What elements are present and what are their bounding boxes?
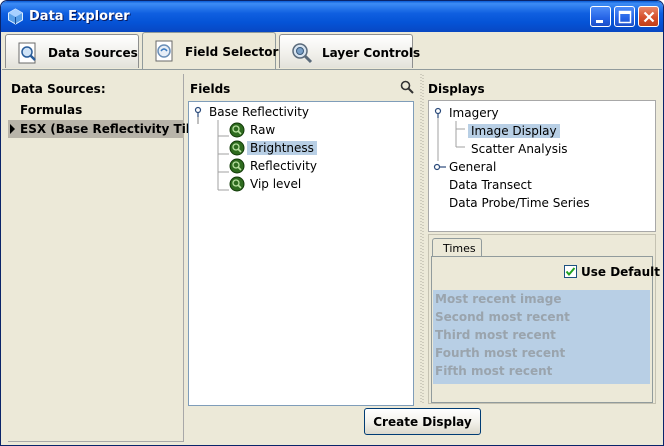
checkbox-box[interactable]: [564, 265, 577, 278]
tab-data-sources[interactable]: Data Sources: [5, 34, 139, 68]
tree-node-label: General: [449, 160, 497, 174]
tab-strip: Data Sources Field Selector Layer Contro…: [1, 32, 663, 70]
title-bar[interactable]: Data Explorer: [1, 1, 663, 32]
app-icon: [8, 8, 23, 25]
times-item: Third most recent: [435, 328, 556, 342]
close-icon: [643, 11, 655, 23]
main-window: Data Explorer Data Sources Field Selecto…: [0, 0, 664, 446]
display-node-imagery[interactable]: Imagery: [433, 104, 633, 122]
times-item: Most recent image: [435, 292, 562, 306]
tab-content: Data Sources: Formulas ESX (Base Reflect…: [2, 69, 662, 445]
minimize-icon: [596, 20, 603, 23]
data-source-label: Formulas: [20, 103, 83, 117]
displays-header: Displays: [428, 82, 485, 96]
search-icon[interactable]: [399, 79, 415, 95]
fields-panel: Fields Base Reflectivity Raw Brightness …: [188, 74, 418, 406]
times-panel: Times Use Default Most recent image Seco: [428, 234, 660, 404]
data-sources-header: Data Sources:: [11, 82, 106, 96]
display-node-general[interactable]: General: [433, 158, 633, 176]
checkmark-icon: [565, 267, 576, 277]
tab-label: Data Sources: [48, 46, 138, 60]
create-display-label: Create Display: [373, 415, 472, 429]
times-tab-label: Times: [443, 242, 476, 255]
tab-label: Field Selector: [185, 45, 279, 59]
field-item-reflectivity[interactable]: Reflectivity: [229, 157, 349, 175]
tab-field-selector[interactable]: Field Selector: [142, 32, 279, 69]
data-sources-icon: [18, 42, 36, 64]
field-item-brightness[interactable]: Brightness: [229, 139, 349, 157]
times-item: Second most recent: [435, 310, 570, 324]
data-sources-panel: Data Sources: Formulas ESX (Base Reflect…: [8, 74, 218, 442]
tree-node-base-reflectivity[interactable]: Base Reflectivity: [193, 103, 393, 121]
field-icon: [229, 140, 245, 156]
tab-times[interactable]: Times: [432, 238, 482, 257]
use-default-checkbox[interactable]: Use Default: [564, 264, 660, 280]
expand-arrow-icon[interactable]: [10, 124, 15, 134]
minimize-button[interactable]: [590, 6, 611, 27]
field-icon: [229, 122, 245, 138]
tree-node-label: Image Display: [468, 124, 560, 138]
times-item: Fourth most recent: [435, 346, 566, 360]
tree-node-label: Scatter Analysis: [471, 142, 568, 156]
field-icon: [229, 158, 245, 174]
fields-header: Fields: [190, 82, 231, 96]
display-item-scatter-analysis[interactable]: Scatter Analysis: [468, 140, 628, 158]
tree-node-label: Data Transect: [449, 178, 532, 192]
field-item-vip-level[interactable]: Vip level: [229, 175, 349, 193]
field-label: Brightness: [247, 141, 317, 155]
field-item-raw[interactable]: Raw: [229, 121, 349, 139]
displays-panel: Displays Imagery Image Display Scatter A…: [426, 74, 660, 404]
display-item-image-display[interactable]: Image Display: [468, 122, 628, 140]
display-item-data-probe[interactable]: Data Probe/Time Series: [433, 194, 643, 212]
display-item-data-transect[interactable]: Data Transect: [433, 176, 633, 194]
times-list[interactable]: Most recent image Second most recent Thi…: [433, 290, 650, 384]
field-icon: [229, 176, 245, 192]
maximize-button[interactable]: [614, 6, 635, 27]
close-button[interactable]: [638, 6, 659, 27]
data-source-item-esx[interactable]: ESX (Base Reflectivity Tilt 1).: [8, 120, 218, 138]
field-selector-icon: [155, 40, 173, 62]
tab-layer-controls[interactable]: Layer Controls: [279, 34, 420, 68]
tree-collapsed-icon[interactable]: [433, 161, 447, 173]
maximize-icon: [618, 10, 632, 24]
data-source-item-formulas[interactable]: Formulas: [8, 101, 184, 119]
tree-expand-icon[interactable]: [193, 106, 205, 118]
tree-node-label: Imagery: [449, 106, 499, 120]
times-body: Use Default Most recent image Second mos…: [431, 256, 660, 403]
use-default-label: Use Default: [581, 265, 661, 279]
field-label: Reflectivity: [250, 159, 318, 173]
splitter-handle[interactable]: [419, 74, 425, 404]
tree-node-label: Data Probe/Time Series: [449, 196, 590, 210]
displays-tree: Imagery Image Display Scatter Analysis G…: [428, 100, 656, 232]
times-item: Fifth most recent: [435, 364, 553, 378]
tab-label: Layer Controls: [322, 46, 421, 60]
window-title: Data Explorer: [29, 9, 130, 24]
create-display-button[interactable]: Create Display: [364, 408, 481, 435]
field-label: Vip level: [250, 177, 302, 191]
field-label: Raw: [250, 123, 276, 137]
layer-controls-icon: [292, 43, 313, 64]
fields-tree: Base Reflectivity Raw Brightness Reflect…: [188, 101, 414, 406]
tree-node-label: Base Reflectivity: [209, 105, 310, 119]
tree-expand-icon[interactable]: [433, 107, 445, 119]
